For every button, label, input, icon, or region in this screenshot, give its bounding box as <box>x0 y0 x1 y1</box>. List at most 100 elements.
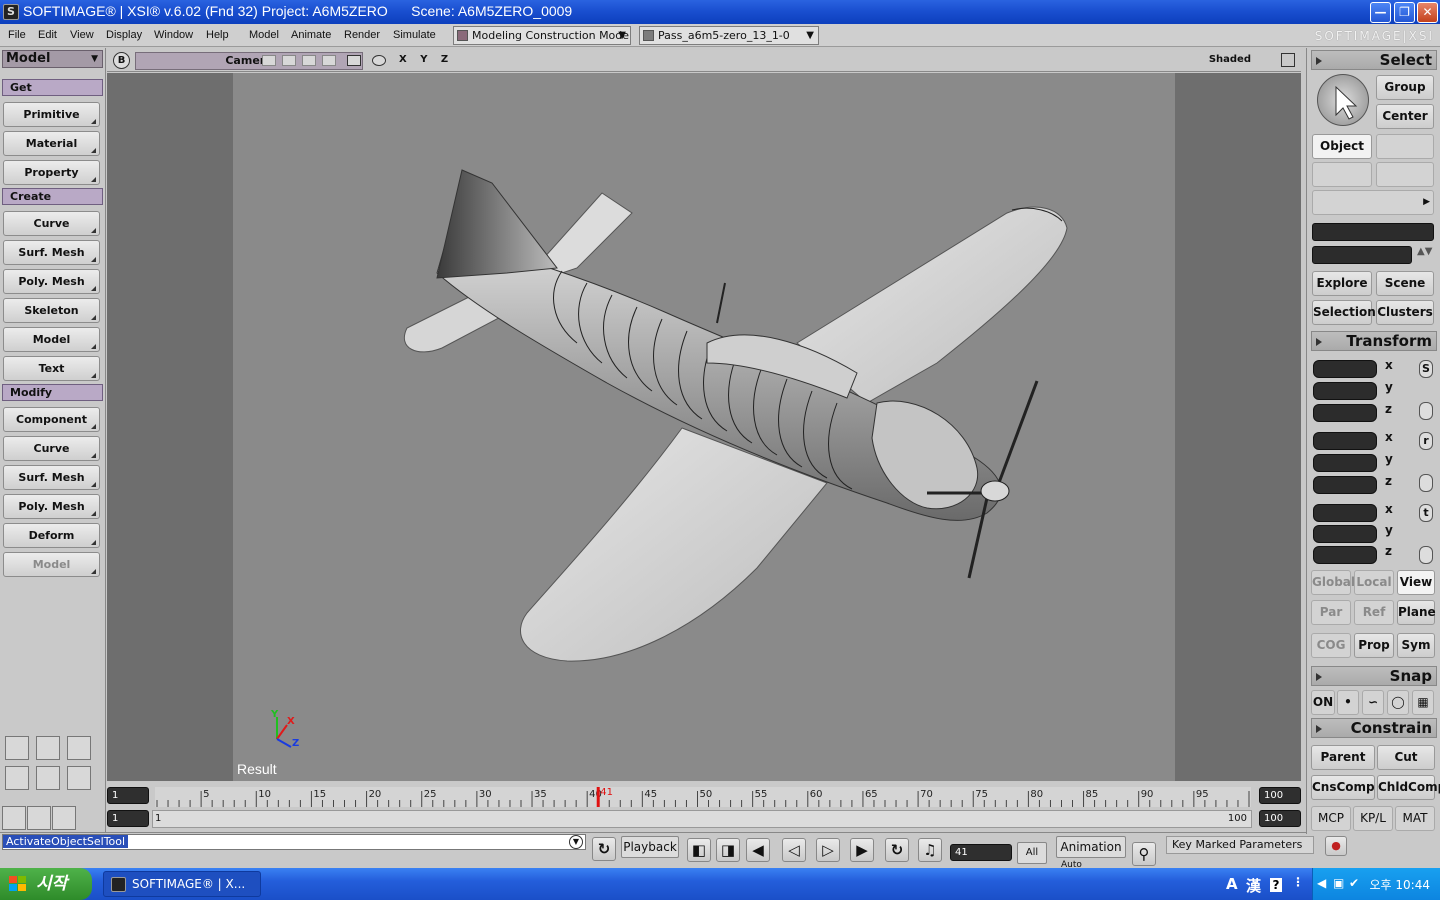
loop-icon[interactable]: ↻ <box>885 838 909 862</box>
create-text-button[interactable]: Text <box>3 356 100 381</box>
menu-animate[interactable]: Animate <box>291 29 331 41</box>
menu-help[interactable]: Help <box>206 29 229 41</box>
view-toggle-3[interactable] <box>302 55 316 66</box>
select-header[interactable]: Select <box>1311 50 1437 70</box>
next-frame-icon[interactable]: ◨ <box>716 838 740 862</box>
select-empty-button-2[interactable] <box>1312 162 1372 187</box>
script-editor-icon[interactable]: ↻ <box>592 837 616 861</box>
all-frames-button[interactable]: All <box>1017 842 1047 864</box>
snap-on-toggle[interactable]: ON <box>1311 690 1335 715</box>
rotate-tool-icon[interactable]: r <box>1419 432 1433 450</box>
view-toggle-1[interactable] <box>262 55 276 66</box>
parent-button[interactable]: Parent <box>1311 745 1375 770</box>
eye-icon[interactable] <box>372 55 386 66</box>
rotate-x-field[interactable] <box>1313 432 1377 450</box>
scale-x-field[interactable] <box>1313 360 1377 378</box>
keyframe-icon[interactable]: ● <box>1325 836 1347 856</box>
display-mode-select[interactable]: Shaded <box>1209 54 1251 65</box>
sort-arrows-icon[interactable]: ▲▼ <box>1417 246 1432 257</box>
snapshot-icon[interactable] <box>2 806 26 830</box>
clusters-button[interactable]: Clusters <box>1376 300 1434 325</box>
range-end-field[interactable]: 100 <box>1259 810 1301 827</box>
snap-surface-icon[interactable]: ◯ <box>1387 690 1409 715</box>
maximize-viewport-icon[interactable] <box>1281 53 1295 67</box>
rotate-y-field[interactable] <box>1313 454 1377 472</box>
toolbar-mode-select[interactable]: Model ▼ <box>2 50 103 68</box>
translate-x-field[interactable] <box>1313 504 1377 522</box>
range-start-field[interactable]: 1 <box>107 810 149 827</box>
prev-frame-icon[interactable]: ◧ <box>687 838 711 862</box>
range-slider[interactable]: 1 100 <box>152 810 1252 828</box>
animation-menu-button[interactable]: Animation <box>1056 836 1126 858</box>
modify-component-button[interactable]: Component <box>3 407 100 432</box>
scale-z-field[interactable] <box>1313 404 1377 422</box>
menu-view[interactable]: View <box>70 29 94 41</box>
selection-list-field[interactable] <box>1312 246 1412 264</box>
selection-button[interactable]: Selection <box>1312 300 1376 325</box>
close-button[interactable]: ✕ <box>1417 2 1438 23</box>
sym-button[interactable]: Sym <box>1397 633 1435 658</box>
palette-icon[interactable] <box>52 806 76 830</box>
snap-grid-icon[interactable]: ▦ <box>1412 690 1434 715</box>
prop-button[interactable]: Prop <box>1354 633 1394 658</box>
scale-tool-icon[interactable]: S <box>1419 360 1433 378</box>
cog-button[interactable]: COG <box>1311 633 1351 658</box>
ime-options-icon[interactable]: ⋮ <box>1292 875 1304 889</box>
rotate-z-field[interactable] <box>1313 476 1377 494</box>
constrain-header[interactable]: Constrain <box>1311 718 1437 738</box>
play-forward-icon[interactable]: ▷ <box>816 838 840 862</box>
wrench-icon[interactable] <box>27 806 51 830</box>
cut-button[interactable]: Cut <box>1377 745 1435 770</box>
section-get[interactable]: Get <box>2 79 103 96</box>
ref-par-button[interactable]: Par <box>1311 600 1351 625</box>
start-button[interactable]: 시작 <box>0 868 92 900</box>
tray-expand-icon[interactable]: ◀ <box>1317 876 1326 890</box>
menu-edit[interactable]: Edit <box>38 29 57 41</box>
scale-lock-icon[interactable] <box>1419 402 1433 420</box>
ref-local-button[interactable]: Local <box>1354 570 1394 595</box>
layout-quad-icon[interactable] <box>67 736 91 760</box>
scale-y-field[interactable] <box>1313 382 1377 400</box>
snap-point-icon[interactable]: • <box>1337 690 1359 715</box>
select-empty-button-3[interactable] <box>1376 162 1434 187</box>
current-frame-field[interactable]: 41 <box>950 844 1012 861</box>
key-icon[interactable]: ⚲ <box>1132 842 1156 866</box>
menu-display[interactable]: Display <box>106 29 142 41</box>
create-surf-mesh-button[interactable]: Surf. Mesh <box>3 240 100 265</box>
select-object-button[interactable]: Object <box>1312 134 1372 159</box>
timeline-ruler[interactable]: 5 10 15 20 25 30 35 40 45 50 55 60 65 70 75 80 85 90 9541 <box>155 787 1251 807</box>
tab-mat[interactable]: MAT <box>1395 806 1435 831</box>
section-modify[interactable]: Modify <box>2 384 103 401</box>
menu-model[interactable]: Model <box>249 29 279 41</box>
ref-ref-button[interactable]: Ref <box>1354 600 1394 625</box>
tab-kpl[interactable]: KP/L <box>1353 806 1393 831</box>
help-icon[interactable]: ? <box>1270 878 1282 892</box>
get-material-button[interactable]: Material <box>3 131 100 156</box>
timeline-end-field[interactable]: 100 <box>1259 787 1301 804</box>
select-group-button[interactable]: Group <box>1376 75 1434 100</box>
pass-select[interactable]: Pass_a6m5-zero_13_1-0 ▼ <box>639 26 819 45</box>
modify-poly-mesh-button[interactable]: Poly. Mesh <box>3 494 100 519</box>
ime-a-indicator[interactable]: A <box>1226 875 1238 893</box>
transform-header[interactable]: Transform <box>1311 331 1437 351</box>
ime-hanja-indicator[interactable]: 漢 <box>1246 875 1261 896</box>
viewport-b-button[interactable]: B <box>113 52 130 69</box>
audio-icon[interactable]: ♫ <box>918 838 942 862</box>
select-center-button[interactable]: Center <box>1376 104 1434 129</box>
layout-mixed-c-icon[interactable] <box>67 766 91 790</box>
playback-menu-button[interactable]: Playback <box>621 836 679 858</box>
minimize-button[interactable]: — <box>1370 2 1391 23</box>
viewport-axes[interactable]: X Y Z <box>399 54 453 65</box>
ref-view-button[interactable]: View <box>1397 570 1435 595</box>
menu-window[interactable]: Window <box>154 29 193 41</box>
layout-mixed-a-icon[interactable] <box>5 766 29 790</box>
translate-z-field[interactable] <box>1313 546 1377 564</box>
timeline[interactable]: 1 5 10 15 20 25 30 35 40 45 50 55 60 65 70 75 80 85 90 95 4… <box>107 782 1301 832</box>
view-toggle-4[interactable] <box>322 55 336 66</box>
selection-name-field[interactable] <box>1312 223 1434 241</box>
create-model-button[interactable]: Model <box>3 327 100 352</box>
layout-split-vertical-icon[interactable] <box>36 736 60 760</box>
last-frame-icon[interactable]: ▶ <box>850 838 874 862</box>
first-frame-icon[interactable]: ◀ <box>746 838 770 862</box>
aircraft-model[interactable] <box>107 73 1301 781</box>
